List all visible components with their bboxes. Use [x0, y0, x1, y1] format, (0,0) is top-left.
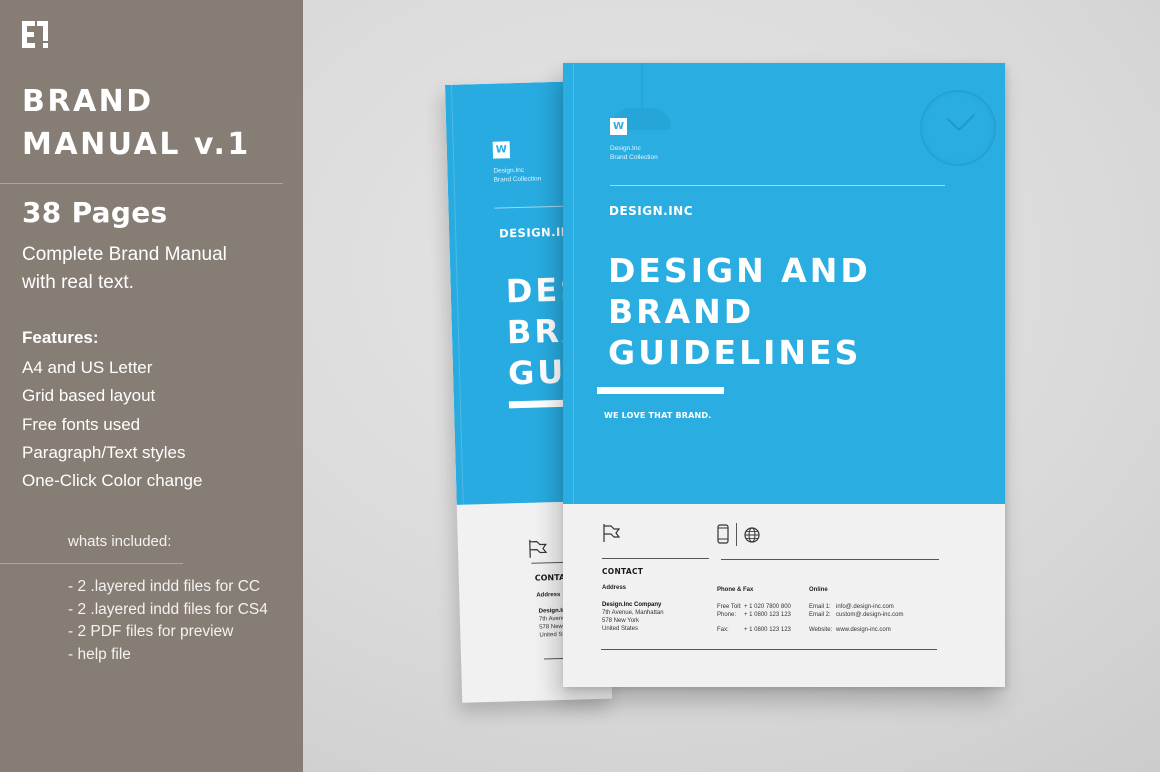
address-line: 7th Avenue, Manhattan: [602, 610, 664, 616]
brand-line: Brand Collection: [493, 175, 542, 184]
cover-rule: [610, 185, 945, 186]
description-line: Complete Brand Manual: [22, 244, 227, 265]
divider: [0, 183, 283, 184]
online-row: Email 2: custom@.design-inc.com: [809, 612, 904, 618]
feature-item: Grid based layout: [22, 386, 156, 406]
included-item: - 2 PDF files for preview: [68, 623, 234, 640]
online-block: Email 1: info@.design-inc.com Email 2: cus…: [809, 603, 903, 634]
description-line: with real text.: [22, 272, 134, 293]
clock-icon: [920, 90, 996, 166]
phone-row: Fax: + 1 0800 123 123: [717, 627, 791, 633]
title-line: BRAND: [22, 84, 154, 119]
globe-icon: [744, 527, 760, 543]
spine-line: [573, 63, 574, 504]
title-line: GUIDELINES: [608, 333, 862, 372]
address-block: Design.Inc Company 7th Avenue, Manhattan…: [602, 601, 664, 633]
info-panel: BRAND MANUAL v.1 38 Pages Complete Brand…: [0, 0, 303, 772]
phone-block: Free Toll: + 1 020 7800 800 Phone: + 1 080…: [717, 603, 791, 634]
included-item: - 2 .layered indd files for CS4: [68, 600, 268, 618]
clock-hand: [958, 113, 976, 131]
title-line: DESIGN AND: [608, 251, 871, 290]
features-heading: Features:: [22, 328, 99, 347]
brand-logo-icon: [22, 21, 48, 48]
brochure-front: W Design.Inc Brand Collection DESIGN.INC…: [563, 63, 1005, 687]
contact-rule: [602, 558, 709, 559]
online-row: Email 1: info@.design-inc.com: [809, 604, 894, 610]
divider: [0, 563, 183, 564]
address-line: 578 New York: [602, 618, 640, 624]
title-line: MANUAL v.1: [22, 127, 251, 162]
online-label: Online: [809, 587, 828, 593]
brand-line: Brand Collection: [610, 154, 658, 161]
company-name: Design.Inc Company: [602, 602, 662, 608]
cover-bar: [597, 387, 724, 394]
address-label: Address: [536, 591, 561, 599]
brand-line: Design.Inc: [610, 145, 641, 152]
address-label: Address: [602, 585, 627, 591]
contact-rule: [601, 649, 937, 650]
cover-company: DESIGN.INC: [609, 204, 694, 218]
feature-item: One-Click Color change: [22, 471, 203, 491]
phone-row: Free Toll: + 1 020 7800 800: [717, 604, 791, 610]
phone-fax-label: Phone & Fax: [717, 587, 754, 593]
included-item: - help file: [68, 645, 131, 663]
included-heading: whats included:: [68, 533, 172, 550]
flag-icon: [529, 539, 548, 558]
cover-tagline: WE LOVE THAT BRAND.: [604, 411, 712, 420]
cover-blue-area: W Design.Inc Brand Collection DESIGN.INC…: [563, 63, 1005, 504]
feature-item: A4 and US Letter: [22, 358, 153, 377]
cover-logo-icon: W: [492, 141, 511, 159]
flag-icon: [603, 524, 620, 542]
product-description: Complete Brand Manual with real text.: [22, 241, 227, 297]
feature-item: Paragraph/Text styles: [22, 442, 186, 462]
product-title: BRAND MANUAL v.1: [22, 80, 251, 166]
phone-icon: [717, 524, 729, 544]
title-line: BRAND: [608, 292, 755, 331]
address-line: United States: [602, 626, 639, 632]
contact-rule: [721, 559, 939, 560]
clock-hand: [946, 117, 960, 131]
cover-logo-icon: W: [610, 118, 627, 135]
page-count: 38 Pages: [22, 196, 168, 229]
cover-brand-text: Design.Inc Brand Collection: [610, 144, 658, 162]
included-list: - 2 .layered indd files for CC - 2 .laye…: [68, 576, 268, 666]
icon-separator: [736, 523, 737, 546]
lamp-cord: [641, 63, 643, 108]
online-row: Website: www.design-inc.com: [809, 627, 891, 633]
cover-brand-text: Design.Inc Brand Collection: [493, 165, 541, 184]
features-list: A4 and US Letter Grid based layout Free …: [22, 354, 202, 495]
cover-title: DESIGN AND BRAND GUIDELINES: [608, 250, 871, 373]
spine-line: [450, 84, 464, 505]
phone-row: Phone: + 1 0800 123 123: [717, 612, 791, 618]
included-item: - 2 .layered indd files for CC: [68, 578, 261, 595]
feature-item: Free fonts used: [22, 414, 141, 434]
contact-heading: CONTACT: [602, 567, 644, 576]
